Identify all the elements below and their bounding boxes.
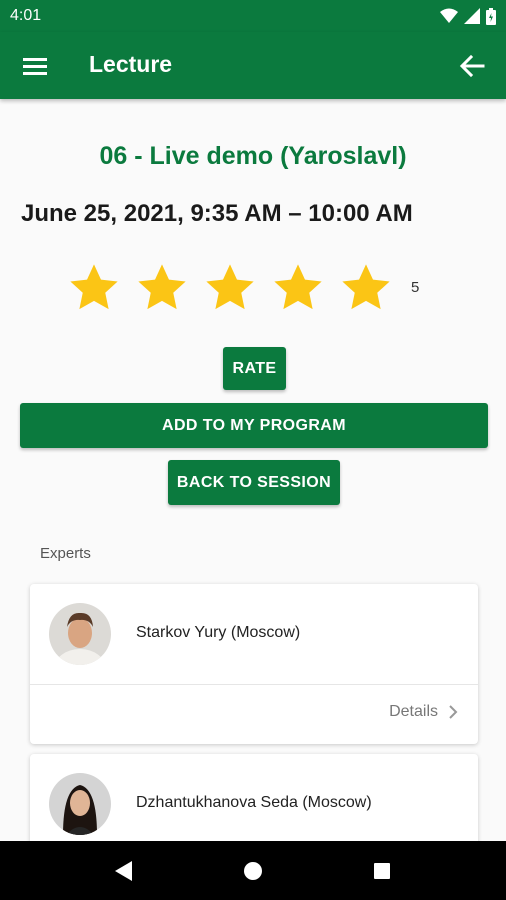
card-divider (30, 684, 478, 685)
arrow-left-icon[interactable] (458, 52, 486, 80)
star-icon[interactable] (135, 261, 189, 315)
recents-square-icon (373, 862, 390, 879)
add-to-program-button[interactable]: ADD TO MY PROGRAM (20, 403, 488, 448)
expert-name: Dzhantukhanova Seda (Moscow) (136, 794, 372, 811)
chevron-right-icon (449, 705, 458, 719)
signal-icon (464, 8, 480, 24)
details-link[interactable]: Details (389, 703, 458, 721)
home-circle-icon (243, 861, 262, 880)
page-title: Lecture (89, 51, 173, 77)
expert-card[interactable]: Starkov Yury (Moscow) Details (30, 584, 478, 744)
avatar (49, 773, 111, 835)
star-icon[interactable] (271, 261, 325, 315)
expert-name: Starkov Yury (Moscow) (136, 624, 301, 641)
rating-stars[interactable] (67, 261, 393, 315)
battery-icon (486, 7, 496, 25)
star-icon[interactable] (339, 261, 393, 315)
status-time: 4:01 (10, 7, 42, 24)
star-icon[interactable] (67, 261, 121, 315)
back-triangle-icon (115, 860, 133, 881)
lecture-title: 06 - Live demo (Yaroslavl) (99, 142, 407, 170)
status-icons (440, 7, 496, 25)
hamburger-menu-icon[interactable] (22, 53, 48, 79)
wifi-icon (440, 8, 458, 23)
lecture-time: June 25, 2021, 9:35 AM – 10:00 AM (21, 200, 413, 227)
status-bar: 4:01 (0, 0, 506, 32)
rating-value: 5 (411, 279, 420, 296)
lecture-content: 06 - Live demo (Yaroslavl) June 25, 2021… (0, 99, 506, 841)
expert-card[interactable]: Dzhantukhanova Seda (Moscow) (30, 754, 478, 841)
nav-home-button[interactable] (238, 856, 268, 886)
app-bar: Lecture (0, 32, 506, 99)
system-nav-bar (0, 841, 506, 900)
experts-label: Experts (40, 545, 91, 562)
avatar (49, 603, 111, 665)
nav-back-button[interactable] (109, 856, 139, 886)
back-to-session-button[interactable]: BACK TO SESSION (168, 460, 340, 505)
rate-button[interactable]: RATE (223, 347, 286, 390)
star-icon[interactable] (203, 261, 257, 315)
nav-recents-button[interactable] (367, 856, 397, 886)
details-label: Details (389, 703, 438, 720)
